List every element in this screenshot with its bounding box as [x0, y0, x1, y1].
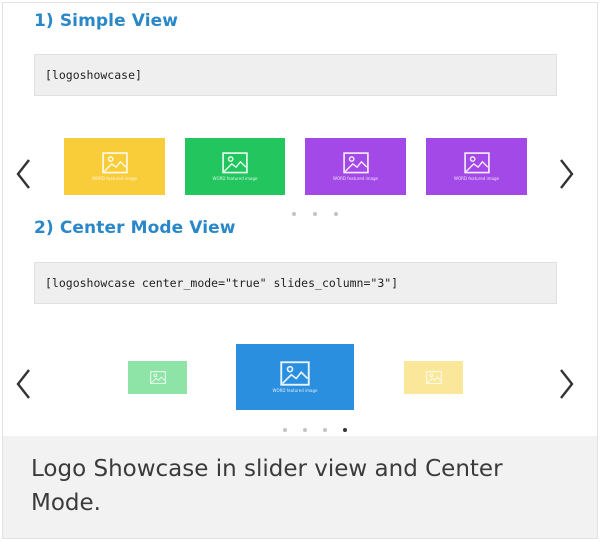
- center-mode-pagination-dot[interactable]: [303, 428, 307, 432]
- simple-view-logo-tile[interactable]: WORD featured image: [305, 138, 406, 195]
- center-mode-next-button[interactable]: [556, 367, 576, 401]
- image-icon: [425, 370, 442, 384]
- simple-view-pagination-dot[interactable]: [334, 212, 338, 216]
- center-mode-pagination-dot[interactable]: [283, 428, 287, 432]
- center-mode-logo-tile[interactable]: [404, 361, 463, 394]
- simple-view-logo-tile[interactable]: WORD featured image: [64, 138, 165, 195]
- center-mode-pagination-dot[interactable]: [343, 428, 347, 432]
- simple-view-logo-tile[interactable]: WORD featured image: [185, 138, 285, 195]
- image-icon: [222, 152, 248, 174]
- image-icon: [280, 361, 310, 386]
- center-mode-logo-tile[interactable]: WORD featured image: [236, 344, 354, 410]
- simple-view-pagination-dot[interactable]: [292, 212, 296, 216]
- center-mode-view-title: 2) Center Mode View: [34, 218, 236, 238]
- chevron-right-icon: [560, 159, 574, 189]
- chevron-left-icon: [16, 159, 30, 189]
- center-mode-logo-tile[interactable]: [128, 361, 187, 394]
- center-mode-view-shortcode: [logoshowcase center_mode="true" slides_…: [34, 262, 557, 304]
- image-icon: [463, 152, 490, 174]
- tile-caption: WORD featured image: [92, 175, 137, 181]
- tile-caption: WORD featured image: [454, 175, 499, 181]
- chevron-left-icon: [16, 369, 30, 399]
- tile-caption: WORD featured image: [272, 388, 318, 393]
- chevron-right-icon: [560, 369, 574, 399]
- tile-caption: WORD featured image: [333, 175, 378, 181]
- simple-view-shortcode: [logoshowcase]: [34, 54, 557, 96]
- image-icon: [101, 152, 128, 174]
- simple-view-logo-tile[interactable]: WORD featured image: [426, 138, 527, 195]
- simple-view-title: 1) Simple View: [34, 11, 179, 31]
- image-icon: [149, 370, 166, 384]
- image-icon: [342, 152, 369, 174]
- simple-view-pagination-dot[interactable]: [313, 212, 317, 216]
- center-mode-pagination-dot[interactable]: [323, 428, 327, 432]
- figure-caption: Logo Showcase in slider view and Center …: [31, 456, 503, 516]
- center-mode-prev-button[interactable]: [14, 367, 34, 401]
- simple-view-prev-button[interactable]: [14, 157, 34, 191]
- simple-view-next-button[interactable]: [556, 157, 576, 191]
- tile-caption: WORD featured image: [212, 175, 258, 181]
